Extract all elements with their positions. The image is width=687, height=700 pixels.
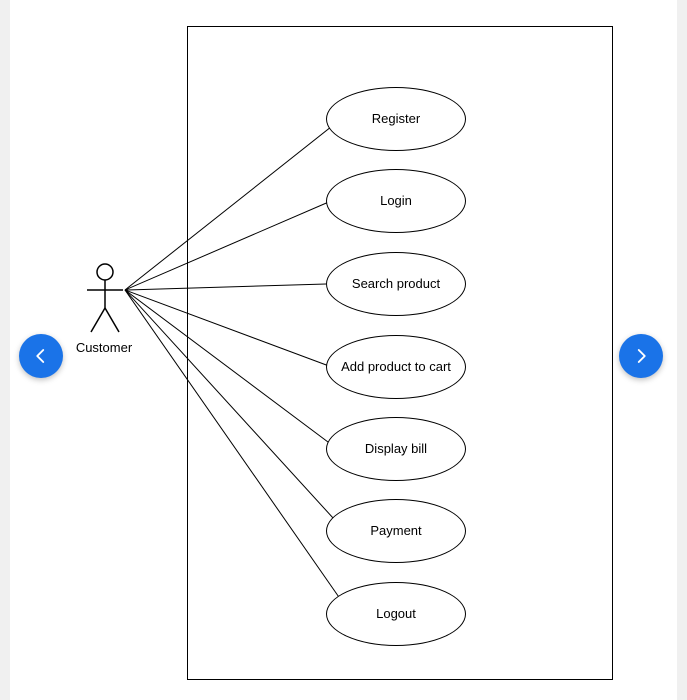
actor-label: Customer bbox=[64, 340, 144, 355]
usecase-logout: Logout bbox=[326, 582, 466, 646]
usecase-add-to-cart: Add product to cart bbox=[326, 335, 466, 399]
chevron-left-icon bbox=[32, 347, 50, 365]
usecase-label: Display bill bbox=[365, 441, 427, 457]
usecase-register: Register bbox=[326, 87, 466, 151]
usecase-label: Add product to cart bbox=[341, 359, 451, 375]
usecase-payment: Payment bbox=[326, 499, 466, 563]
chevron-right-icon bbox=[632, 347, 650, 365]
previous-button[interactable] bbox=[19, 334, 63, 378]
actor-customer bbox=[85, 262, 125, 334]
usecase-search-product: Search product bbox=[326, 252, 466, 316]
next-button[interactable] bbox=[619, 334, 663, 378]
usecase-label: Payment bbox=[370, 523, 421, 539]
usecase-label: Logout bbox=[376, 606, 416, 622]
usecase-label: Register bbox=[372, 111, 420, 127]
use-case-diagram: Customer Register Login Search product A… bbox=[0, 0, 687, 700]
usecase-display-bill: Display bill bbox=[326, 417, 466, 481]
usecase-label: Search product bbox=[352, 276, 440, 292]
usecase-login: Login bbox=[326, 169, 466, 233]
usecase-label: Login bbox=[380, 193, 412, 209]
